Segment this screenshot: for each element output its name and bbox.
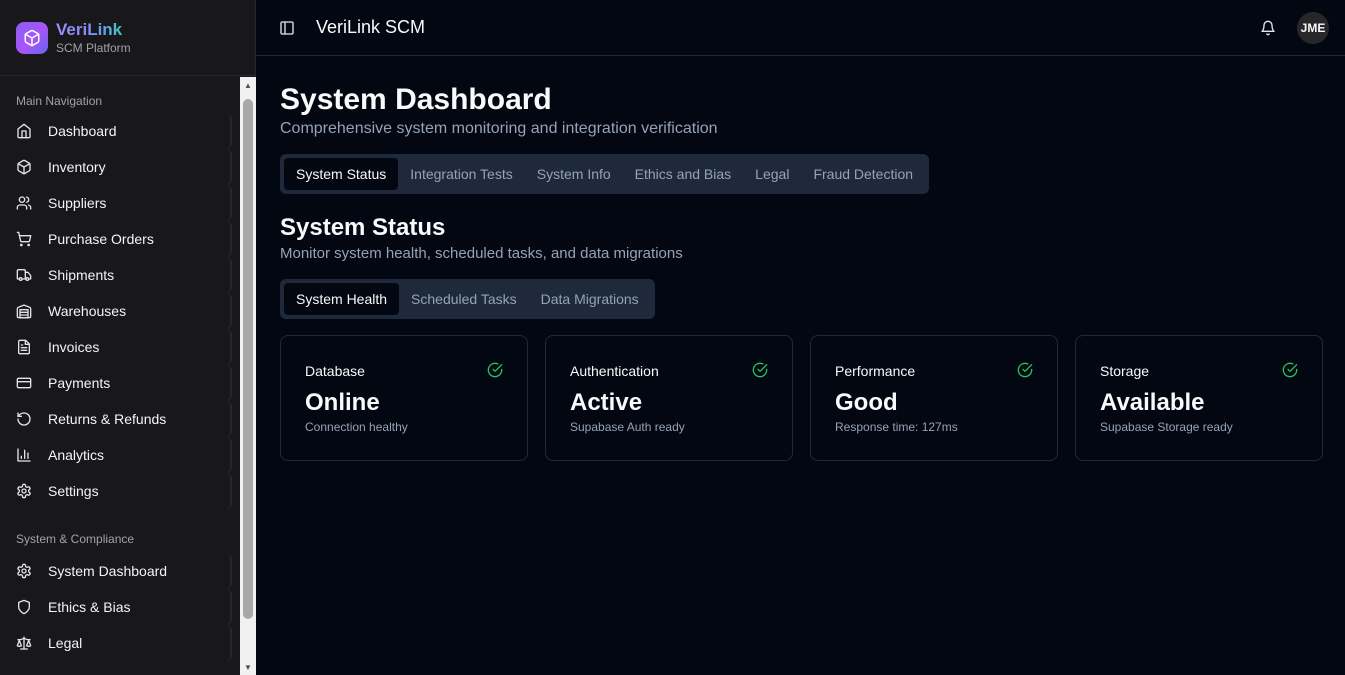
database-status-card: Database Online Connection healthy bbox=[280, 335, 528, 461]
users-icon bbox=[16, 195, 32, 211]
check-circle-icon bbox=[1282, 362, 1298, 378]
gear-icon bbox=[16, 483, 32, 499]
sidebar-item-label: Legal bbox=[48, 635, 83, 651]
system-compliance-label: System & Compliance bbox=[16, 532, 135, 546]
gear-icon bbox=[16, 563, 32, 579]
card-description: Response time: 127ms bbox=[835, 420, 958, 434]
sidebar-scrollbar[interactable]: ▲ ▼ bbox=[240, 77, 256, 675]
sidebar-toggle-icon[interactable] bbox=[273, 14, 301, 42]
sidebar-item-dashboard[interactable]: Dashboard bbox=[0, 113, 232, 149]
section-tabs: System Health Scheduled Tasks Data Migrati… bbox=[280, 279, 655, 319]
scroll-down-icon[interactable]: ▼ bbox=[240, 659, 256, 675]
sidebar-item-warehouses[interactable]: Warehouses bbox=[0, 293, 232, 329]
card-label: Performance bbox=[835, 363, 916, 379]
storage-status-card: Storage Available Supabase Storage ready bbox=[1075, 335, 1323, 461]
check-circle-icon bbox=[1017, 362, 1033, 378]
sidebar-item-ethics-and-bias[interactable]: Ethics & Bias bbox=[0, 589, 232, 625]
credit-card-icon bbox=[16, 375, 32, 391]
bell-icon[interactable] bbox=[1256, 16, 1280, 40]
rotate-ccw-icon bbox=[16, 411, 32, 427]
tab-system-info[interactable]: System Info bbox=[525, 158, 623, 190]
page-tabs: System Status Integration Tests System Inf… bbox=[280, 154, 930, 194]
page-title: System Dashboard bbox=[280, 83, 552, 116]
check-circle-icon bbox=[487, 362, 503, 378]
card-description: Supabase Storage ready bbox=[1100, 420, 1233, 434]
user-avatar[interactable]: JME bbox=[1297, 12, 1329, 44]
sidebar-item-label: Purchase Orders bbox=[48, 231, 154, 247]
sidebar-item-analytics[interactable]: Analytics bbox=[0, 437, 232, 473]
sidebar-item-label: Returns & Refunds bbox=[48, 411, 167, 427]
check-circle-icon bbox=[752, 362, 768, 378]
performance-status-card: Performance Good Response time: 127ms bbox=[810, 335, 1058, 461]
section-subtitle: Monitor system health, scheduled tasks, … bbox=[280, 245, 683, 262]
brand-subtitle: SCM Platform bbox=[56, 40, 131, 55]
truck-icon bbox=[16, 267, 32, 283]
brand-header[interactable]: VeriLink SCM Platform bbox=[0, 0, 255, 76]
sidebar-item-payments[interactable]: Payments bbox=[0, 365, 232, 401]
sidebar-item-label: Inventory bbox=[48, 159, 106, 175]
home-icon bbox=[16, 123, 32, 139]
sidebar-item-returns-and-refunds[interactable]: Returns & Refunds bbox=[0, 401, 232, 437]
card-value: Online bbox=[305, 389, 380, 416]
sidebar-nav: Main Navigation Dashboard Inventory Suppli… bbox=[0, 77, 240, 675]
main-content: System Dashboard Comprehensive system mo… bbox=[280, 56, 1323, 461]
sidebar-item-legal[interactable]: Legal bbox=[0, 625, 232, 661]
sidebar-item-suppliers[interactable]: Suppliers bbox=[0, 185, 232, 221]
warehouse-icon bbox=[16, 303, 32, 319]
card-value: Available bbox=[1100, 389, 1205, 416]
tab-fraud-detection[interactable]: Fraud Detection bbox=[801, 158, 925, 190]
card-label: Database bbox=[305, 363, 365, 379]
sidebar-item-label: Payments bbox=[48, 375, 111, 391]
authentication-status-card: Authentication Active Supabase Auth ready bbox=[545, 335, 793, 461]
card-label: Authentication bbox=[570, 363, 659, 379]
sidebar-item-inventory[interactable]: Inventory bbox=[0, 149, 232, 185]
sidebar-item-invoices[interactable]: Invoices bbox=[0, 329, 232, 365]
tab-integration-tests[interactable]: Integration Tests bbox=[398, 158, 524, 190]
sidebar-item-system-dashboard[interactable]: System Dashboard bbox=[0, 553, 232, 589]
tab-system-status[interactable]: System Status bbox=[284, 158, 399, 190]
bar-chart-icon bbox=[16, 447, 32, 463]
sidebar-item-label: Suppliers bbox=[48, 195, 107, 211]
tab-legal[interactable]: Legal bbox=[743, 158, 801, 190]
sidebar-item-label: Settings bbox=[48, 483, 99, 499]
scrollbar-thumb[interactable] bbox=[243, 99, 253, 619]
tab-scheduled-tasks[interactable]: Scheduled Tasks bbox=[399, 283, 529, 315]
app-title: VeriLink SCM bbox=[316, 17, 426, 37]
card-value: Good bbox=[835, 389, 898, 416]
sidebar-item-label: Analytics bbox=[48, 447, 105, 463]
package-logo-icon bbox=[16, 21, 48, 54]
health-cards: Database Online Connection healthy Authenti… bbox=[280, 335, 1323, 461]
sidebar: VeriLink SCM Platform Main Navigation Da… bbox=[0, 0, 256, 675]
main-navigation-label: Main Navigation bbox=[16, 94, 103, 108]
sidebar-item-shipments[interactable]: Shipments bbox=[0, 257, 232, 293]
card-description: Connection healthy bbox=[305, 420, 408, 434]
sidebar-item-label: System Dashboard bbox=[48, 563, 168, 579]
sidebar-item-label: Dashboard bbox=[48, 123, 117, 139]
shopping-cart-icon bbox=[16, 231, 32, 247]
tab-ethics-and-bias[interactable]: Ethics and Bias bbox=[623, 158, 744, 190]
sidebar-item-label: Shipments bbox=[48, 267, 115, 283]
sidebar-item-purchase-orders[interactable]: Purchase Orders bbox=[0, 221, 232, 257]
sidebar-item-label: Warehouses bbox=[48, 303, 127, 319]
shield-icon bbox=[16, 599, 32, 615]
top-header: VeriLink SCM JME bbox=[256, 0, 1345, 56]
scale-icon bbox=[16, 635, 32, 651]
sidebar-item-settings[interactable]: Settings bbox=[0, 473, 232, 509]
page-subtitle: Comprehensive system monitoring and inte… bbox=[280, 120, 718, 137]
sidebar-item-label: Ethics & Bias bbox=[48, 599, 131, 615]
package-icon bbox=[16, 159, 32, 175]
card-value: Active bbox=[570, 389, 643, 416]
section-title: System Status bbox=[280, 214, 446, 241]
card-label: Storage bbox=[1100, 363, 1150, 379]
file-text-icon bbox=[16, 339, 32, 355]
card-description: Supabase Auth ready bbox=[570, 420, 685, 434]
tab-system-health[interactable]: System Health bbox=[284, 283, 400, 315]
tab-data-migrations[interactable]: Data Migrations bbox=[529, 283, 651, 315]
brand-name: VeriLink bbox=[56, 20, 131, 40]
sidebar-item-label: Invoices bbox=[48, 339, 100, 355]
scroll-up-icon[interactable]: ▲ bbox=[240, 77, 256, 93]
